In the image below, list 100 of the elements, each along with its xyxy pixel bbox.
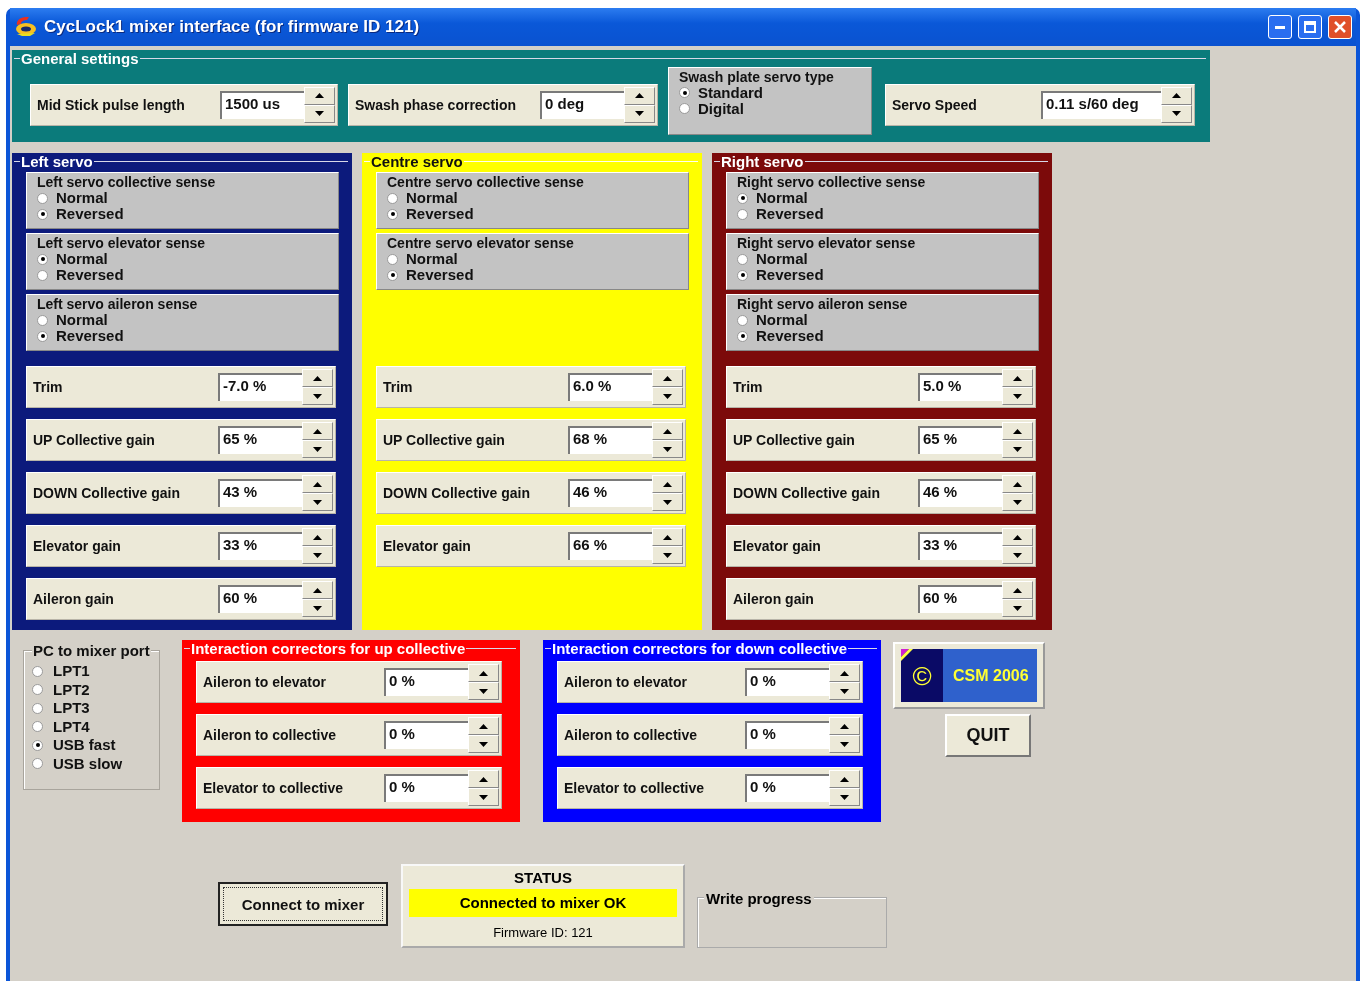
radio-icon[interactable] — [32, 721, 43, 733]
radio-icon[interactable] — [387, 269, 398, 281]
spin-up-button[interactable] — [1002, 422, 1033, 440]
radio-option[interactable]: Reversed — [387, 206, 678, 222]
radio-option[interactable]: Normal — [387, 190, 678, 206]
radio-icon[interactable] — [737, 192, 748, 204]
radio-icon[interactable] — [32, 684, 43, 696]
spin-down-button[interactable] — [468, 735, 499, 753]
value-field[interactable]: 46 % — [918, 479, 1002, 507]
radio-option[interactable]: Normal — [737, 251, 1028, 267]
radio-option[interactable]: Normal — [737, 190, 1028, 206]
radio-option[interactable]: Reversed — [737, 267, 1028, 283]
radio-icon[interactable] — [37, 314, 48, 326]
maximize-button[interactable] — [1298, 15, 1322, 39]
spin-up-button[interactable] — [652, 528, 683, 546]
radio-icon[interactable] — [387, 208, 398, 220]
radio-icon[interactable] — [32, 739, 43, 751]
radio-icon[interactable] — [679, 103, 690, 114]
spin-down-button[interactable] — [302, 493, 333, 511]
spin-up-button[interactable] — [1002, 475, 1033, 493]
radio-option[interactable]: LPT4 — [32, 717, 151, 736]
spin-up-button[interactable] — [829, 717, 860, 735]
radio-option[interactable]: LPT3 — [32, 699, 151, 718]
spin-up-button[interactable] — [302, 422, 333, 440]
spin-down-button[interactable] — [302, 440, 333, 458]
value-field[interactable]: 43 % — [218, 479, 302, 507]
spin-up-button[interactable] — [468, 664, 499, 682]
radio-option[interactable]: Normal — [37, 190, 328, 206]
spin-up-button[interactable] — [302, 475, 333, 493]
connect-button[interactable]: Connect to mixer — [218, 882, 388, 926]
radio-option[interactable]: Normal — [387, 251, 678, 267]
radio-option[interactable]: Reversed — [737, 206, 1028, 222]
value-field[interactable]: 68 % — [568, 426, 652, 454]
spin-down-button[interactable] — [652, 493, 683, 511]
radio-icon[interactable] — [32, 758, 43, 770]
radio-option[interactable]: Normal — [37, 312, 328, 328]
value-field[interactable]: 65 % — [918, 426, 1002, 454]
value-field[interactable]: 46 % — [568, 479, 652, 507]
radio-icon[interactable] — [387, 253, 398, 265]
value-field[interactable]: 0 % — [745, 774, 829, 802]
radio-icon[interactable] — [37, 330, 48, 342]
spin-down-button[interactable] — [1002, 493, 1033, 511]
spin-down-button[interactable] — [652, 546, 683, 564]
spin-up-button[interactable] — [652, 369, 683, 387]
value-field[interactable]: 5.0 % — [918, 373, 1002, 401]
spin-down-button[interactable] — [652, 387, 683, 405]
spin-up-button[interactable] — [468, 717, 499, 735]
value-field[interactable]: 33 % — [218, 532, 302, 560]
radio-option[interactable]: Normal — [737, 312, 1028, 328]
radio-icon[interactable] — [37, 208, 48, 220]
radio-option[interactable]: Reversed — [737, 328, 1028, 344]
radio-option[interactable]: Reversed — [37, 267, 328, 283]
radio-option[interactable]: LPT1 — [32, 662, 151, 681]
value-field[interactable]: 0 % — [745, 721, 829, 749]
radio-icon[interactable] — [737, 314, 748, 326]
spin-down-button[interactable] — [302, 546, 333, 564]
radio-icon[interactable] — [737, 208, 748, 220]
radio-option[interactable]: Reversed — [387, 267, 678, 283]
value-field[interactable]: 0 % — [745, 668, 829, 696]
radio-icon[interactable] — [387, 192, 398, 204]
value-field[interactable]: 65 % — [218, 426, 302, 454]
value-field[interactable]: 0.11 s/60 deg — [1041, 90, 1161, 119]
value-field[interactable]: 0 % — [384, 721, 468, 749]
radio-icon[interactable] — [37, 269, 48, 281]
value-field[interactable]: 0 % — [384, 668, 468, 696]
radio-option[interactable]: Normal — [37, 251, 328, 267]
radio-option[interactable]: Standard — [679, 84, 861, 101]
spin-down-button[interactable] — [1002, 599, 1033, 617]
spin-up-button[interactable] — [1002, 581, 1033, 599]
spin-up-button[interactable] — [1161, 86, 1192, 105]
radio-icon[interactable] — [32, 665, 43, 677]
spin-up-button[interactable] — [624, 86, 655, 105]
spin-up-button[interactable] — [302, 528, 333, 546]
spin-down-button[interactable] — [1002, 387, 1033, 405]
spin-down-button[interactable] — [302, 387, 333, 405]
spin-down-button[interactable] — [468, 682, 499, 700]
value-field[interactable]: 66 % — [568, 532, 652, 560]
radio-icon[interactable] — [737, 330, 748, 342]
value-field[interactable]: 6.0 % — [568, 373, 652, 401]
spin-up-button[interactable] — [302, 581, 333, 599]
radio-icon[interactable] — [37, 253, 48, 265]
spin-up-button[interactable] — [1002, 528, 1033, 546]
radio-option[interactable]: USB slow — [32, 754, 151, 773]
spin-up-button[interactable] — [652, 422, 683, 440]
radio-icon[interactable] — [32, 702, 43, 714]
close-button[interactable] — [1328, 15, 1352, 39]
value-field[interactable]: 60 % — [918, 585, 1002, 613]
spin-down-button[interactable] — [1002, 546, 1033, 564]
radio-option[interactable]: USB fast — [32, 736, 151, 755]
value-field[interactable]: 0 % — [384, 774, 468, 802]
value-field[interactable]: 0 deg — [540, 90, 624, 119]
spin-up-button[interactable] — [829, 664, 860, 682]
minimize-button[interactable] — [1268, 15, 1292, 39]
radio-icon[interactable] — [679, 87, 690, 98]
radio-icon[interactable] — [737, 253, 748, 265]
radio-option[interactable]: Reversed — [37, 328, 328, 344]
spin-up-button[interactable] — [829, 770, 860, 788]
spin-up-button[interactable] — [302, 369, 333, 387]
spin-up-button[interactable] — [1002, 369, 1033, 387]
spin-down-button[interactable] — [468, 788, 499, 806]
